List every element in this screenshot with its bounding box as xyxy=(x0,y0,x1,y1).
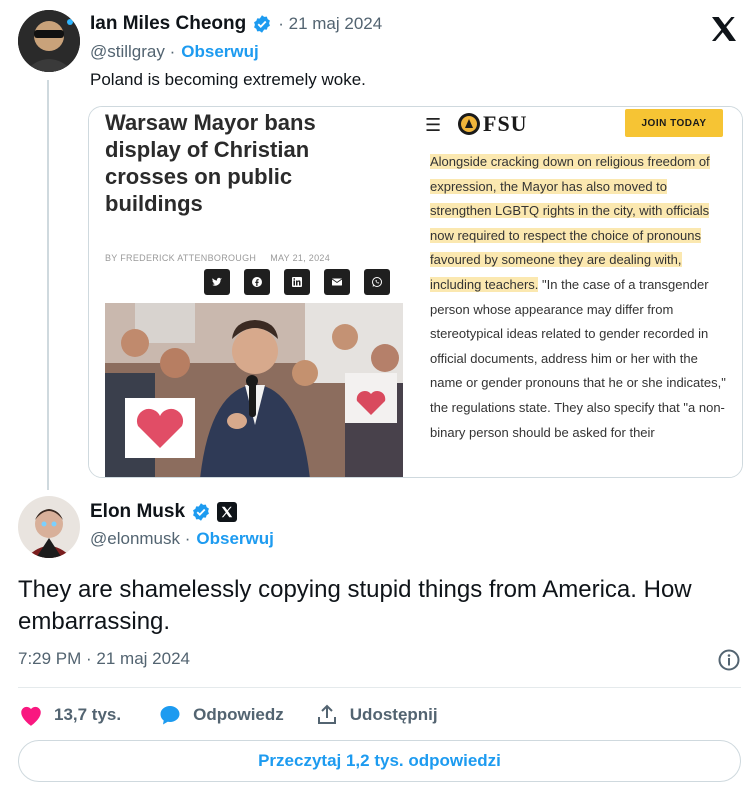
email-share-icon xyxy=(324,269,350,295)
article-left-panel: Warsaw Mayor bans display of Christian c… xyxy=(89,107,409,477)
quoted-subheader: @stillgray · Obserwuj xyxy=(90,42,259,62)
read-replies-button[interactable]: Przeczytaj 1,2 tys. odpowiedzi xyxy=(18,740,741,782)
main-subheader: @elonmusk · Obserwuj xyxy=(90,529,274,549)
byline-date: MAY 21, 2024 xyxy=(270,253,331,263)
avatar-image xyxy=(18,10,80,72)
author-handle[interactable]: @stillgray · xyxy=(90,42,175,62)
join-today-button: JOIN TODAY xyxy=(625,109,723,137)
site-name: FSU xyxy=(483,111,528,136)
like-button[interactable]: 13,7 tys. xyxy=(18,703,121,727)
reply-bubble-icon xyxy=(160,706,180,725)
article-headline: Warsaw Mayor bans display of Christian c… xyxy=(105,110,316,216)
facebook-share-icon xyxy=(244,269,270,295)
rally-photo xyxy=(105,303,403,477)
byline-author: BY FREDERICK ATTENBOROUGH xyxy=(105,253,257,263)
tweet-date[interactable]: · 21 maj 2024 xyxy=(278,14,382,34)
x-affiliate-badge-icon xyxy=(217,502,238,522)
reply-button[interactable]: Odpowiedz xyxy=(157,703,284,727)
fsu-emblem-icon xyxy=(458,113,480,135)
action-bar: 13,7 tys. Odpowiedz Udostępnij xyxy=(18,700,438,730)
follow-link[interactable]: Obserwuj xyxy=(181,42,258,62)
like-count: 13,7 tys. xyxy=(54,705,122,724)
author-name[interactable]: Elon Musk xyxy=(90,501,185,523)
quoted-tweet-text: Poland is becoming extremely woke. xyxy=(90,70,366,89)
article-byline: BY FREDERICK ATTENBOROUGH MAY 21, 2024 xyxy=(105,253,330,263)
follow-link[interactable]: Obserwuj xyxy=(196,529,273,549)
x-logo-icon[interactable] xyxy=(708,13,740,45)
verified-badge-icon xyxy=(193,503,209,521)
quoted-header: Ian Miles Cheong · 21 maj 2024 xyxy=(90,13,382,35)
article-right-panel: ☰ FSU JOIN TODAY Alongside cracking down… xyxy=(419,107,742,477)
heart-icon xyxy=(21,706,41,726)
avatar-ian-miles-cheong[interactable] xyxy=(18,10,80,72)
share-button[interactable]: Udostępnij xyxy=(314,703,438,727)
author-name[interactable]: Ian Miles Cheong xyxy=(90,13,246,35)
linkedin-share-icon xyxy=(284,269,310,295)
divider xyxy=(18,687,741,688)
hamburger-menu-icon: ☰ xyxy=(425,115,442,135)
highlighted-passage: Alongside cracking down on religious fre… xyxy=(430,154,710,292)
article-share-row xyxy=(204,269,390,295)
article-image-card[interactable]: Warsaw Mayor bans display of Christian c… xyxy=(88,106,743,478)
share-icon xyxy=(317,704,336,724)
article-body: Alongside cracking down on religious fre… xyxy=(430,150,730,445)
avatar-elon-musk[interactable] xyxy=(18,496,80,558)
whatsapp-share-icon xyxy=(364,269,390,295)
info-icon[interactable] xyxy=(717,648,741,672)
verified-badge-icon xyxy=(254,15,271,33)
fsu-logo: FSU xyxy=(457,111,528,137)
main-header: Elon Musk xyxy=(90,501,238,523)
twitter-share-icon xyxy=(204,269,230,295)
reply-label: Odpowiedz xyxy=(193,705,284,724)
share-label: Udostępnij xyxy=(349,705,438,724)
author-handle[interactable]: @elonmusk · xyxy=(90,529,190,549)
main-tweet-text: They are shamelessly copying stupid thin… xyxy=(18,576,692,635)
tweet-timestamp[interactable]: 7:29 PM · 21 maj 2024 xyxy=(18,649,190,669)
thread-line xyxy=(47,80,49,490)
body-passage: "In the case of a transgender person who… xyxy=(430,276,726,440)
avatar-image xyxy=(18,496,80,558)
